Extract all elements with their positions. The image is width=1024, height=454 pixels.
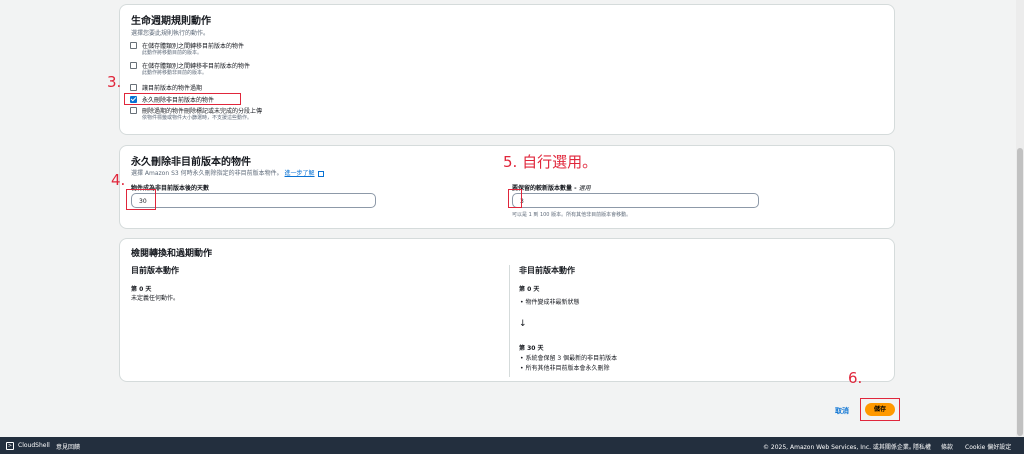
annotation-step-5: 5. 自行選用。: [503, 153, 598, 171]
footer: > CloudShell 意見回饋 © 2025, Amazon Web Ser…: [0, 437, 1024, 454]
annotation-step-4: 4.: [111, 171, 126, 189]
permanent-delete-title: 永久刪除非目前版本的物件: [131, 157, 251, 168]
annotation-box-save: [860, 398, 900, 421]
permanent-delete-description: 選擇 Amazon S3 何時永久刪除指定的非目前版本物件。 進一步了解: [131, 168, 325, 177]
page: 生命週期規則動作 選擇您要此規則執行的動作。 在儲存體類別之間轉移目前版本的物件…: [0, 0, 1024, 437]
privacy-link[interactable]: 隱私權: [913, 442, 931, 451]
lifecycle-actions-panel: 生命週期規則動作 選擇您要此規則執行的動作。 在儲存體類別之間轉移目前版本的物件…: [119, 4, 895, 135]
list-item: • 物件變成非最新狀態: [520, 299, 580, 306]
versions-input[interactable]: 3: [512, 193, 759, 208]
option-sub: 依物件標籤或物件大小篩選時，不支援這些動作。: [142, 115, 253, 121]
column-divider: [509, 265, 510, 377]
scrollbar-thumb[interactable]: [1017, 148, 1023, 436]
checkbox[interactable]: [130, 107, 137, 114]
cloudshell-icon[interactable]: >: [6, 442, 14, 450]
external-link-icon: [318, 170, 325, 177]
checkbox[interactable]: [130, 42, 137, 49]
noncurrent-actions-title: 非目前版本動作: [519, 266, 575, 275]
scrollbar[interactable]: [1016, 0, 1024, 437]
noncurrent-day-30: 第 30 天: [519, 345, 544, 352]
checkbox[interactable]: [130, 62, 137, 69]
lifecycle-actions-title: 生命週期規則動作: [131, 16, 211, 27]
review-title: 檢閱轉換和過期動作: [131, 249, 213, 259]
current-actions-title: 目前版本動作: [131, 266, 179, 275]
feedback-link[interactable]: 意見回饋: [56, 442, 80, 451]
annotation-step-3: 3.: [107, 73, 122, 91]
cancel-button[interactable]: 取消: [835, 406, 849, 416]
current-day-0: 第 0 天: [131, 286, 152, 293]
list-item: • 系統會保留 3 個最新的非目前版本: [520, 355, 618, 362]
noncurrent-day-0: 第 0 天: [519, 286, 540, 293]
days-input[interactable]: 30: [131, 193, 376, 208]
versions-label: 要保留的較新版本數量 - 選用: [512, 185, 591, 192]
lifecycle-actions-description: 選擇您要此規則執行的動作。: [131, 30, 210, 37]
list-item: • 所有其他非目前版本會永久刪除: [520, 365, 610, 372]
checkbox[interactable]: [130, 84, 137, 91]
option-label: 讓目前版本的物件過期: [142, 85, 203, 92]
annotation-box-checkbox: [124, 93, 241, 105]
annotation-box-days: [126, 189, 156, 210]
versions-hint: 可以是 1 到 100 版本。所有其他非目前版本會移動。: [512, 212, 632, 218]
current-no-actions: 未定義任何動作。: [131, 295, 180, 302]
option-sub: 此動作將移動非目前的版本。: [142, 70, 208, 76]
cloudshell-link[interactable]: CloudShell: [18, 442, 50, 449]
copyright-text: © 2025, Amazon Web Services, Inc. 或其關係企業…: [763, 444, 915, 451]
learn-more-link[interactable]: 進一步了解: [285, 170, 315, 177]
option-sub: 此動作將移動目前的版本。: [142, 50, 203, 56]
cookie-preferences-link[interactable]: Cookie 偏好設定: [965, 442, 1011, 451]
arrow-down-icon: ↓: [519, 319, 527, 329]
terms-link[interactable]: 條款: [941, 442, 953, 451]
annotation-box-versions: [508, 189, 522, 208]
review-panel: 檢閱轉換和過期動作 目前版本動作 第 0 天 未定義任何動作。 非目前版本動作 …: [119, 238, 895, 382]
annotation-step-6: 6.: [848, 369, 863, 387]
